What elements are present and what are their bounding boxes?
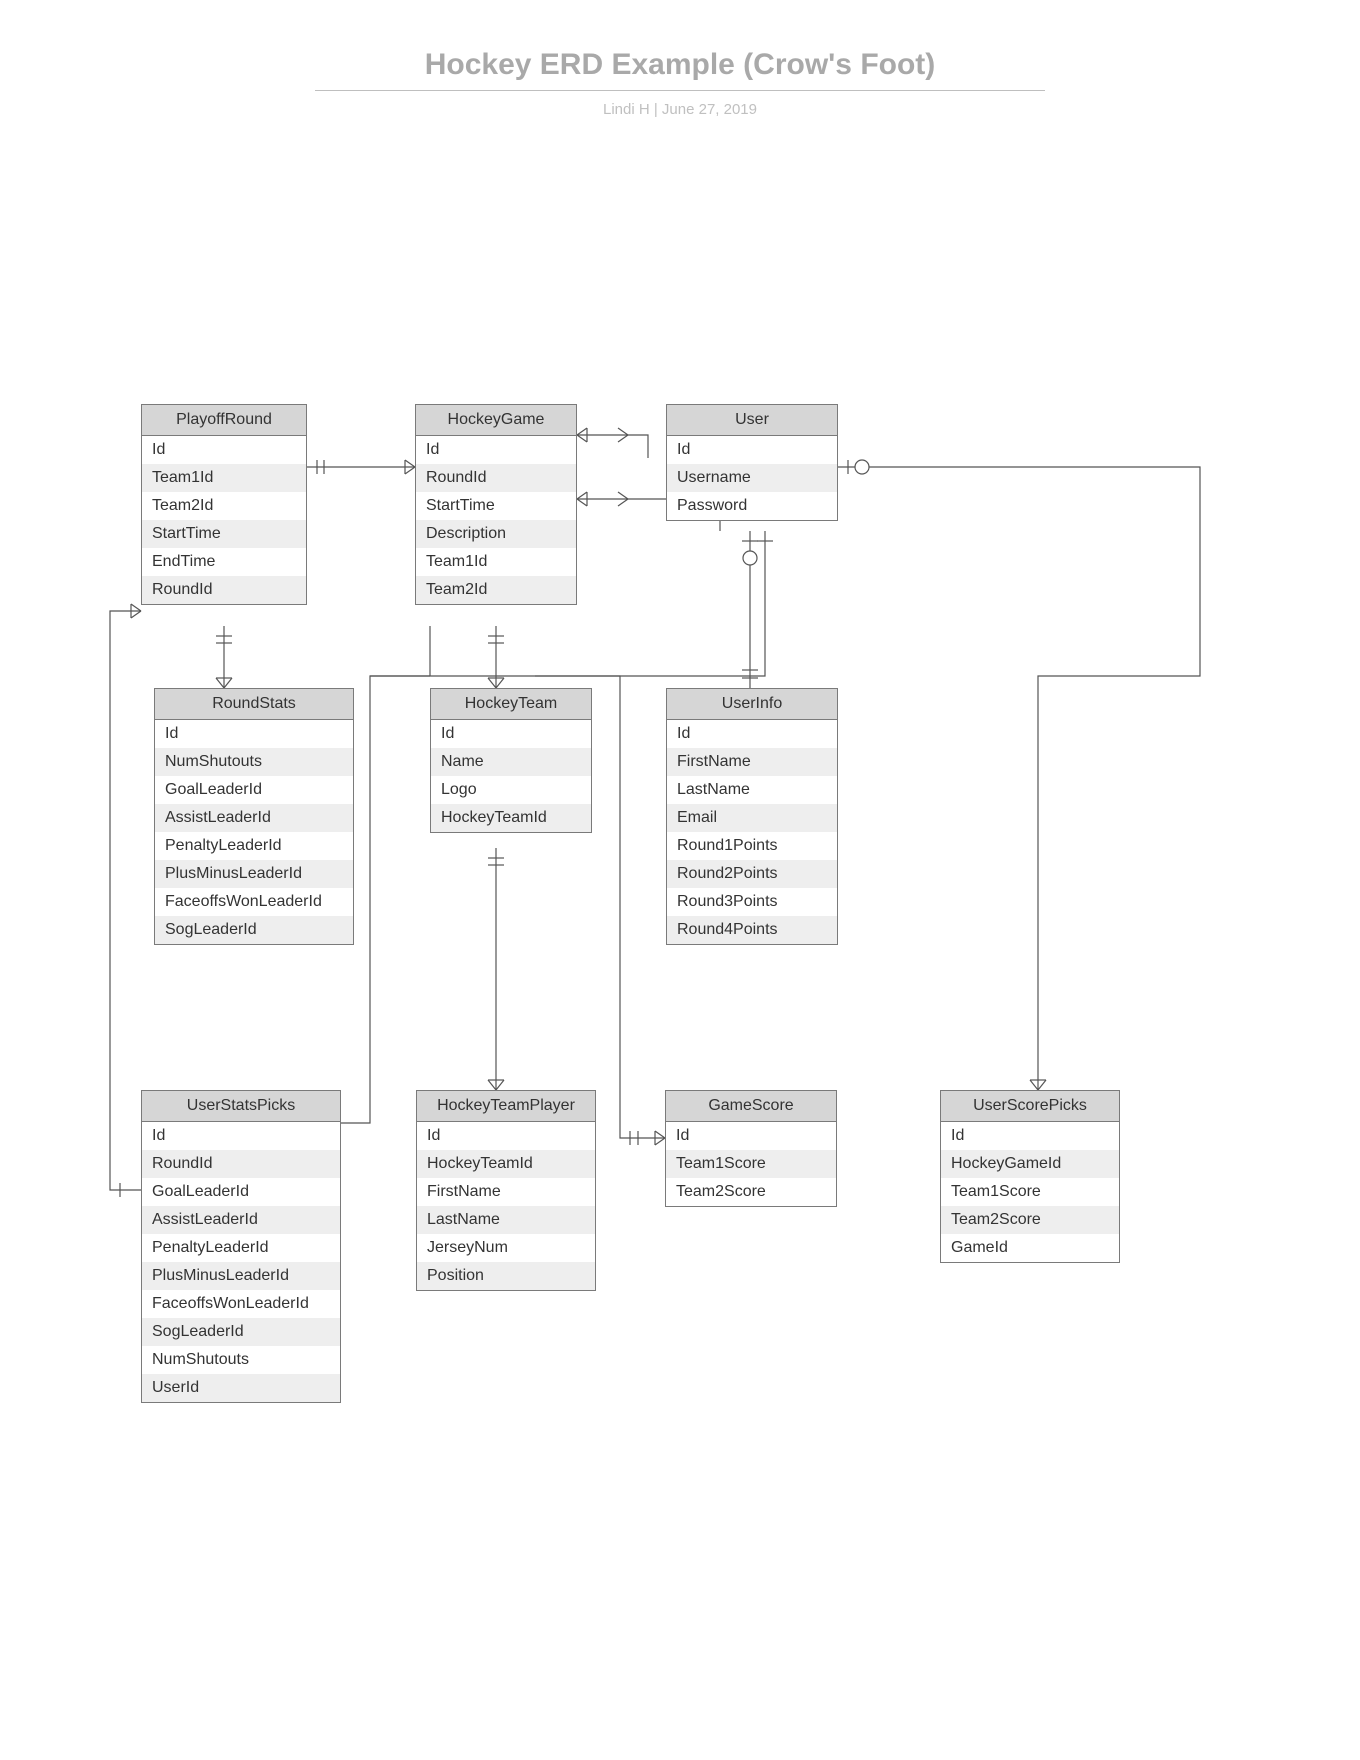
field: Round2Points (667, 860, 837, 888)
field: Round1Points (667, 832, 837, 860)
diagram-subtitle: Lindi H | June 27, 2019 (0, 101, 1360, 118)
entity-userscorepicks: UserScorePicks Id HockeyGameId Team1Scor… (940, 1090, 1120, 1263)
field: SogLeaderId (142, 1318, 340, 1346)
field: Id (666, 1122, 836, 1150)
field: Id (417, 1122, 595, 1150)
field: Password (667, 492, 837, 520)
field: Team2Id (142, 492, 306, 520)
field: FirstName (417, 1178, 595, 1206)
field: Id (667, 436, 837, 464)
field: RoundId (142, 1150, 340, 1178)
field: NumShutouts (155, 748, 353, 776)
field: Team2Score (666, 1178, 836, 1206)
diagram-title: Hockey ERD Example (Crow's Foot) (0, 48, 1360, 90)
field: UserId (142, 1374, 340, 1402)
entity-hockeygame: HockeyGame Id RoundId StartTime Descript… (415, 404, 577, 605)
field: GoalLeaderId (155, 776, 353, 804)
field: Id (155, 720, 353, 748)
field: Round4Points (667, 916, 837, 944)
field: RoundId (142, 576, 306, 604)
entity-userstatspicks: UserStatsPicks Id RoundId GoalLeaderId A… (141, 1090, 341, 1403)
field: PlusMinusLeaderId (142, 1262, 340, 1290)
field: Team2Id (416, 576, 576, 604)
entity-hockeyteam: HockeyTeam Id Name Logo HockeyTeamId (430, 688, 592, 833)
diagram-canvas: PlayoffRound Id Team1Id Team2Id StartTim… (0, 118, 1360, 1760)
field: Name (431, 748, 591, 776)
field: Round3Points (667, 888, 837, 916)
entity-title: GameScore (666, 1091, 836, 1122)
entity-gamescore: GameScore Id Team1Score Team2Score (665, 1090, 837, 1207)
field: Username (667, 464, 837, 492)
field: Id (416, 436, 576, 464)
entity-title: HockeyGame (416, 405, 576, 436)
field: Team2Score (941, 1206, 1119, 1234)
field: Id (667, 720, 837, 748)
field: EndTime (142, 548, 306, 576)
field: Email (667, 804, 837, 832)
field: JerseyNum (417, 1234, 595, 1262)
entity-title: UserScorePicks (941, 1091, 1119, 1122)
field: Logo (431, 776, 591, 804)
entity-userinfo: UserInfo Id FirstName LastName Email Rou… (666, 688, 838, 945)
entity-playoffround: PlayoffRound Id Team1Id Team2Id StartTim… (141, 404, 307, 605)
field: Team1Id (416, 548, 576, 576)
entity-title: UserStatsPicks (142, 1091, 340, 1122)
field: FirstName (667, 748, 837, 776)
field: Id (142, 436, 306, 464)
field: Team1Score (666, 1150, 836, 1178)
field: StartTime (416, 492, 576, 520)
field: NumShutouts (142, 1346, 340, 1374)
field: PenaltyLeaderId (155, 832, 353, 860)
entity-title: HockeyTeamPlayer (417, 1091, 595, 1122)
title-divider (315, 90, 1045, 91)
entity-title: RoundStats (155, 689, 353, 720)
field: AssistLeaderId (142, 1206, 340, 1234)
field: HockeyTeamId (417, 1150, 595, 1178)
field: PlusMinusLeaderId (155, 860, 353, 888)
field: HockeyGameId (941, 1150, 1119, 1178)
field: HockeyTeamId (431, 804, 591, 832)
diagram-header: Hockey ERD Example (Crow's Foot) Lindi H… (0, 48, 1360, 118)
field: Id (431, 720, 591, 748)
field: Position (417, 1262, 595, 1290)
field: Description (416, 520, 576, 548)
entity-title: PlayoffRound (142, 405, 306, 436)
field: StartTime (142, 520, 306, 548)
field: Team1Score (941, 1178, 1119, 1206)
field: PenaltyLeaderId (142, 1234, 340, 1262)
field: Id (941, 1122, 1119, 1150)
field: LastName (417, 1206, 595, 1234)
entity-hockeyteamplayer: HockeyTeamPlayer Id HockeyTeamId FirstNa… (416, 1090, 596, 1291)
field: RoundId (416, 464, 576, 492)
field: AssistLeaderId (155, 804, 353, 832)
field: FaceoffsWonLeaderId (142, 1290, 340, 1318)
field: GoalLeaderId (142, 1178, 340, 1206)
field: FaceoffsWonLeaderId (155, 888, 353, 916)
field: Team1Id (142, 464, 306, 492)
field: LastName (667, 776, 837, 804)
field: GameId (941, 1234, 1119, 1262)
entity-title: HockeyTeam (431, 689, 591, 720)
field: SogLeaderId (155, 916, 353, 944)
entity-roundstats: RoundStats Id NumShutouts GoalLeaderId A… (154, 688, 354, 945)
entity-title: UserInfo (667, 689, 837, 720)
entity-user: User Id Username Password (666, 404, 838, 521)
field: Id (142, 1122, 340, 1150)
entity-title: User (667, 405, 837, 436)
